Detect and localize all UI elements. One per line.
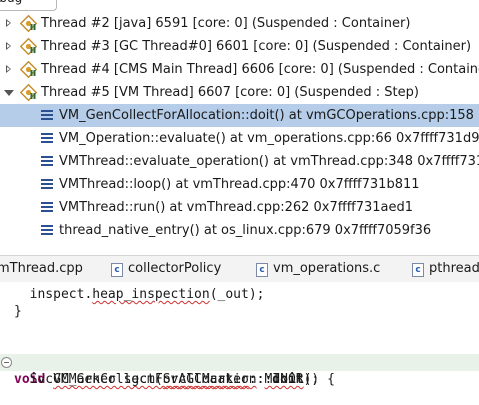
thread-label: Thread #4 [CMS Main Thread] 6606 [core: …: [41, 62, 479, 77]
stack-frame-row[interactable]: VMThread::run() at vmThread.cpp:262 0x7f…: [0, 196, 479, 219]
stack-frame-row[interactable]: VM_GenCollectForAllocation::doit() at vm…: [0, 104, 479, 127]
c-file-icon: c: [111, 263, 123, 277]
thread-row[interactable]: Thread #5 [VM Thread] 6607 [core: 0] (Su…: [0, 81, 479, 104]
c-file-icon: c: [412, 263, 424, 277]
stack-frame-row[interactable]: VMThread::evaluate_operation() at vmThre…: [0, 150, 479, 173]
stack-frame-row[interactable]: VMThread::loop() at vmThread.cpp:470 0x7…: [0, 173, 479, 196]
thread-label: Thread #2 [java] 6591 [core: 0] (Suspend…: [41, 16, 411, 31]
thread-row[interactable]: Thread #3 [GC Thread#0] 6601 [core: 0] (…: [0, 35, 479, 58]
expand-arrow-icon[interactable]: [3, 12, 15, 35]
ide-window: ebug ✕ Thread #2 [java] 6591 [core: 0] (…: [0, 0, 479, 405]
expand-arrow-icon[interactable]: [3, 58, 15, 81]
stack-frame-icon: [41, 225, 53, 236]
expand-arrow-icon[interactable]: [3, 35, 15, 58]
close-icon[interactable]: ✕: [36, 0, 45, 5]
code-line-current: void VM_GenCollectForAllocation::doit() …: [0, 354, 479, 387]
c-file-icon: c: [256, 263, 268, 277]
editor-tab[interactable]: mThread.cpp: [0, 256, 83, 282]
stack-frame-label: VMThread::evaluate_operation() at vmThre…: [59, 154, 479, 169]
stack-frame-label: thread_native_entry() at os_linux.cpp:67…: [59, 223, 432, 238]
stack-frame-label: VMThread::loop() at vmThread.cpp:470 0x7…: [59, 177, 420, 192]
code-line: SvcGCMarker sgcm(SvcGCMarker::MINOR);: [14, 372, 320, 387]
stack-frame-row[interactable]: VM_Operation::evaluate() at vm_operation…: [0, 127, 479, 150]
stack-frame-label: VM_GenCollectForAllocation::doit() at vm…: [59, 108, 474, 123]
stack-frame-label: VM_Operation::evaluate() at vm_operation…: [59, 131, 479, 146]
collapse-arrow-icon[interactable]: [3, 81, 15, 104]
thread-row[interactable]: Thread #2 [java] 6591 [core: 0] (Suspend…: [0, 12, 479, 35]
debug-thread-tree: Thread #2 [java] 6591 [core: 0] (Suspend…: [0, 12, 479, 242]
stack-frame-label: VMThread::run() at vmThread.cpp:262 0x7f…: [59, 200, 413, 215]
debug-view-tab-label: ebug: [0, 0, 22, 5]
editor-tab-bar: mThread.cpp c collectorPolicy c vm_opera…: [0, 255, 479, 283]
debug-view-tab[interactable]: ebug ✕: [0, 0, 57, 11]
suspended-thread-icon: [20, 38, 37, 55]
stack-frame-icon: [41, 156, 53, 167]
code-line: }: [14, 304, 22, 319]
code-editor[interactable]: inspect.heap_inspection(_out); } void VM…: [0, 282, 479, 405]
fold-collapse-icon[interactable]: [1, 357, 12, 368]
editor-tab-label: pthread: [429, 261, 479, 276]
stack-frame-icon: [41, 133, 53, 144]
thread-label: Thread #3 [GC Thread#0] 6601 [core: 0] (…: [41, 39, 472, 54]
code-line: inspect.heap_inspection(_out);: [29, 287, 265, 302]
editor-tab-label: mThread.cpp: [0, 261, 83, 276]
stack-frame-icon: [41, 110, 53, 121]
stack-frame-icon: [41, 179, 53, 190]
thread-row[interactable]: Thread #4 [CMS Main Thread] 6606 [core: …: [0, 58, 479, 81]
suspended-thread-icon: [20, 61, 37, 78]
suspended-thread-icon: [20, 15, 37, 32]
thread-label: Thread #5 [VM Thread] 6607 [core: 0] (Su…: [41, 85, 419, 100]
stack-frame-icon: [41, 202, 53, 213]
suspended-thread-icon: [20, 84, 37, 101]
editor-tab-label: vm_operations.c: [273, 261, 381, 276]
stack-frame-row[interactable]: thread_native_entry() at os_linux.cpp:67…: [0, 219, 479, 242]
editor-tab-label: collectorPolicy: [128, 261, 222, 276]
